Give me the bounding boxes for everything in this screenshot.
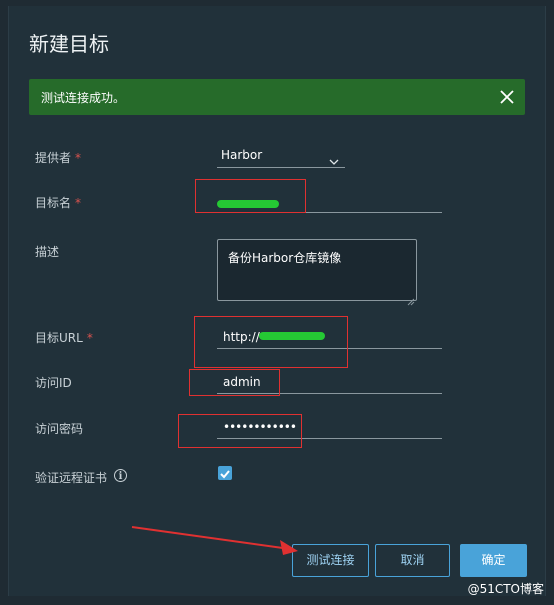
target-url-value: http://: [223, 330, 260, 344]
info-icon[interactable]: i: [114, 469, 127, 482]
target-name-label: 目标名 *: [35, 194, 81, 211]
target-name-label-text: 目标名: [35, 196, 72, 210]
required-mark: *: [75, 151, 82, 165]
verify-cert-label: 验证远程证书: [35, 471, 108, 485]
close-icon[interactable]: [495, 85, 519, 109]
access-id-label: 访问ID: [35, 376, 72, 390]
resize-handle-icon[interactable]: [407, 291, 415, 306]
provider-select[interactable]: Harbor: [217, 145, 345, 168]
test-connection-button[interactable]: 测试连接: [292, 544, 369, 577]
provider-value: Harbor: [221, 148, 263, 162]
target-url-label-text: 目标URL: [35, 331, 83, 345]
access-id-value: admin: [223, 375, 261, 389]
checkmark-icon: [220, 470, 230, 479]
target-url-input[interactable]: http://: [217, 328, 442, 349]
ok-button[interactable]: 确定: [460, 544, 527, 577]
dialog-title: 新建目标: [29, 32, 109, 56]
watermark: @51CTO博客: [467, 582, 544, 596]
alert-message: 测试连接成功。: [41, 91, 126, 105]
redaction-mark: [217, 200, 279, 208]
access-id-input[interactable]: admin: [217, 372, 442, 394]
redaction-mark: [259, 332, 325, 340]
new-target-dialog: 新建目标 测试连接成功。 提供者 * Harbor 目标名 * 描述 备份Harbo…: [8, 6, 546, 596]
chevron-down-icon: [329, 151, 339, 165]
cancel-button[interactable]: 取消: [375, 544, 450, 577]
required-mark: *: [75, 196, 82, 210]
verify-cert-checkbox[interactable]: [218, 466, 232, 480]
access-secret-value: ••••••••••••: [223, 420, 297, 434]
description-label: 描述: [35, 245, 60, 259]
success-alert: 测试连接成功。: [29, 79, 525, 115]
access-secret-input[interactable]: ••••••••••••: [217, 418, 442, 439]
description-value: 备份Harbor仓库镜像: [228, 251, 342, 265]
provider-label: 提供者 *: [35, 149, 81, 166]
access-secret-label: 访问密码: [35, 422, 84, 436]
description-textarea[interactable]: 备份Harbor仓库镜像: [217, 239, 417, 306]
required-mark: *: [86, 331, 93, 345]
target-url-label: 目标URL *: [35, 329, 93, 346]
provider-label-text: 提供者: [35, 151, 72, 165]
